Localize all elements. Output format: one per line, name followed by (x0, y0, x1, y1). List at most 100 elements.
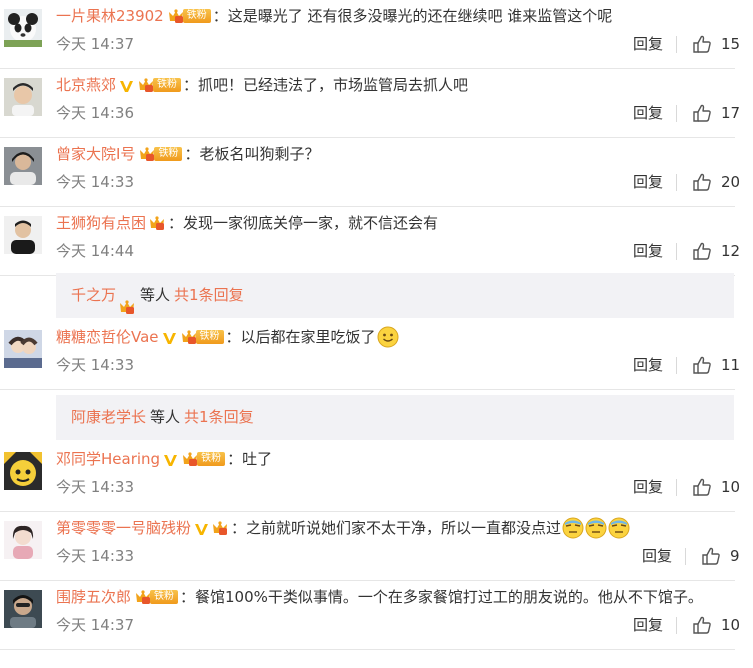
username-link[interactable]: 围脖五次郎 (56, 586, 131, 608)
reply-button[interactable]: 回复 (633, 476, 663, 498)
thumbs-up-icon (692, 241, 712, 261)
reply-button[interactable]: 回复 (633, 102, 663, 124)
comment-text: ：以后都在家里吃饭了 (225, 328, 376, 346)
comment-item: 一片果林23902 铁粉 ：这是曝光了 还有很多没曝光的还在继续吧 谁来监管这个呢今… (0, 0, 753, 69)
avatar[interactable] (4, 521, 42, 559)
comment-line: 围脖五次郎 铁粉 ：餐馆100%干类似事情。一个在多家餐馆打过工的朋友说的。他从不下… (56, 586, 703, 608)
verified-v-icon (162, 330, 177, 345)
smile-emoji (377, 326, 399, 348)
comment-line: 邓同学Hearing 铁粉 ：吐了 (56, 448, 272, 470)
comment-time: 今天 14:37 (56, 35, 134, 53)
comment-text: ：之前就听说她们家不太干净，所以一直都没点过 (231, 519, 562, 537)
like-button[interactable]: 10 (692, 476, 740, 498)
comment-item: 北京燕郊 铁粉 ：抓吧！已经违法了，市场监管局去抓人吧 今天 14:36 回复 17 (0, 69, 753, 138)
like-count: 9 (730, 547, 740, 565)
username-link[interactable]: 北京燕郊 (56, 74, 116, 96)
crown-icon (148, 215, 166, 231)
sub-reply-total-link[interactable]: 共1条回复 (174, 273, 244, 318)
reply-button[interactable]: 回复 (633, 240, 663, 262)
comment-text: ：餐馆100%干类似事情。一个在多家餐馆打过工的朋友说的。他从不下馆子。 (180, 588, 703, 606)
divider (685, 548, 686, 565)
username-link[interactable]: 一片果林23902 (56, 5, 164, 27)
comment-item: 曾家大院I号 铁粉 ：老板名叫狗剩子？ 今天 14:33 回复 20 (0, 138, 753, 207)
username-link[interactable]: 糖糖恋哲伦Vae (56, 326, 159, 348)
verified-v-icon (163, 452, 178, 467)
sub-reply-username[interactable]: 阿康老学长 (71, 395, 146, 440)
avatar[interactable] (4, 590, 42, 628)
like-count: 11 (721, 356, 741, 374)
comment-text: ：吐了 (227, 450, 273, 468)
reply-button[interactable]: 回复 (633, 171, 663, 193)
reply-button[interactable]: 回复 (633, 614, 663, 636)
like-count: 10 (721, 616, 741, 634)
sweat-emoji (585, 517, 607, 539)
like-button[interactable]: 9 (701, 545, 740, 567)
fan-badge-label: 铁粉 (195, 330, 224, 344)
verified-v-icon (194, 521, 209, 536)
avatar[interactable] (4, 330, 42, 368)
fan-badge: 铁粉 (138, 146, 183, 162)
fan-badge-label: 铁粉 (154, 147, 183, 161)
fan-badge-label: 铁粉 (150, 590, 179, 604)
avatar[interactable] (4, 216, 42, 254)
divider (676, 617, 677, 634)
username-link[interactable]: 邓同学Hearing (56, 448, 160, 470)
username-link[interactable]: 第零零零一号脑残粉 (56, 517, 191, 539)
like-button[interactable]: 15 (692, 33, 740, 55)
sub-reply-etc: 等人 (140, 286, 171, 304)
avatar[interactable] (4, 147, 42, 185)
divider (676, 479, 677, 496)
comment-text: ：老板名叫狗剩子？ (184, 145, 320, 163)
comment-line: 一片果林23902 铁粉 ：这是曝光了 还有很多没曝光的还在继续吧 谁来监管这个呢 (56, 5, 612, 27)
comment-text: ：抓吧！已经违法了，市场监管局去抓人吧 (183, 76, 469, 94)
thumbs-up-icon (692, 103, 712, 123)
reply-button[interactable]: 回复 (633, 33, 663, 55)
sweat-emoji (562, 517, 584, 539)
fan-badge: 铁粉 (137, 77, 182, 93)
comment-time: 今天 14:33 (56, 173, 134, 191)
divider (676, 105, 677, 122)
comment-text: ：发现一家彻底关停一家，就不信还会有 (168, 214, 439, 232)
thumbs-up-icon (692, 34, 712, 54)
fan-badge: 铁粉 (134, 589, 179, 605)
sub-reply-total-link[interactable]: 共1条回复 (184, 395, 254, 440)
comment-time: 今天 14:33 (56, 478, 134, 496)
sub-reply-line: 千之万 等人 共1条回复 (71, 273, 244, 318)
reply-button[interactable]: 回复 (633, 354, 663, 376)
comment-time: 今天 14:44 (56, 242, 134, 260)
divider (676, 243, 677, 260)
username-link[interactable]: 王狮狗有点困 (56, 212, 146, 234)
fan-badge-label: 铁粉 (197, 452, 226, 466)
fan-badge-label: 铁粉 (182, 9, 211, 23)
comment-text: ：这是曝光了 还有很多没曝光的还在继续吧 谁来监管这个呢 (212, 7, 613, 25)
comment-item: 第零零零一号脑残粉 ：之前就听说她们家不太干净，所以一直都没点过 今天 14:33 回… (0, 512, 753, 581)
crown-icon (180, 329, 198, 345)
crown-icon (211, 520, 229, 536)
comment-time: 今天 14:37 (56, 616, 134, 634)
reply-button[interactable]: 回复 (642, 545, 672, 567)
avatar[interactable] (4, 78, 42, 116)
comment-item: 王狮狗有点困 ：发现一家彻底关停一家，就不信还会有今天 14:44 回复 12 (0, 207, 753, 276)
avatar[interactable] (4, 9, 42, 47)
like-count: 12 (721, 242, 741, 260)
like-count: 17 (721, 104, 741, 122)
comment-time: 今天 14:33 (56, 356, 134, 374)
like-button[interactable]: 20 (692, 171, 740, 193)
fan-badge: 铁粉 (167, 8, 211, 24)
username-link[interactable]: 曾家大院I号 (56, 143, 135, 165)
like-button[interactable]: 10 (692, 614, 740, 636)
avatar[interactable] (4, 452, 42, 490)
comment-line: 第零零零一号脑残粉 ：之前就听说她们家不太干净，所以一直都没点过 (56, 517, 630, 539)
like-count: 10 (721, 478, 741, 496)
like-button[interactable]: 11 (692, 354, 740, 376)
like-count: 15 (721, 35, 741, 53)
crown-icon (118, 288, 136, 314)
sub-reply-username[interactable]: 千之万 (71, 273, 116, 318)
sub-reply-box[interactable]: 千之万 等人 共1条回复 (56, 273, 734, 318)
sub-reply-box[interactable]: 阿康老学长 等人 共1条回复 (56, 395, 734, 440)
divider (676, 357, 677, 374)
like-button[interactable]: 12 (692, 240, 740, 262)
like-button[interactable]: 17 (692, 102, 740, 124)
divider (676, 36, 677, 53)
comment-item: 糖糖恋哲伦Vae 铁粉 ：以后都在家里吃饭了今天 14:33 回复 11 (0, 321, 753, 390)
